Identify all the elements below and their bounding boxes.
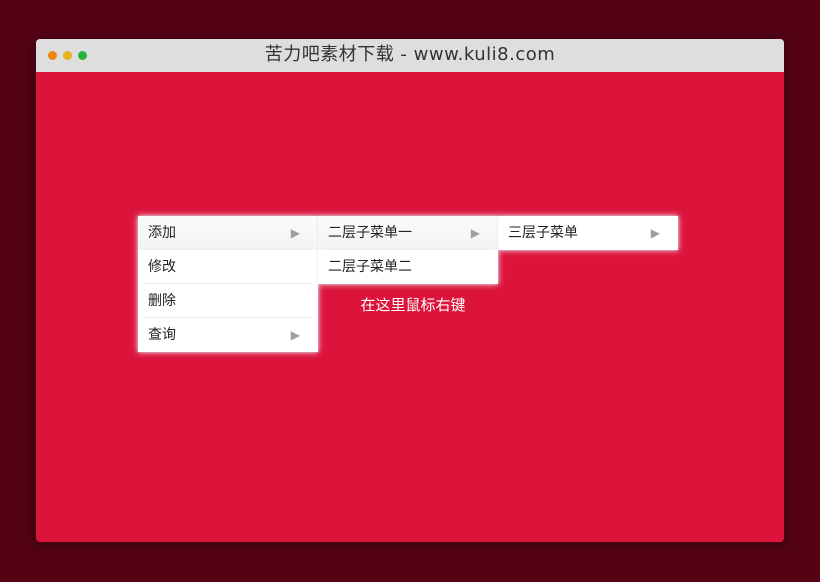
submenu-level-3: 三层子菜单 ▶	[498, 216, 678, 250]
menu-item-delete[interactable]: 删除	[138, 284, 318, 318]
title-bar: 苦力吧素材下载 - www.kuli8.com	[36, 39, 784, 72]
menu-item-label: 添加	[148, 225, 176, 241]
submenu-arrow-icon: ▶	[290, 328, 300, 342]
browser-window: 苦力吧素材下载 - www.kuli8.com 添加 ▶ 修改 删除 查询 ▶ …	[36, 39, 784, 542]
menu-item-label: 修改	[148, 259, 176, 275]
submenu-arrow-icon: ▶	[470, 226, 480, 240]
menu-item-label: 二层子菜单一	[328, 225, 412, 241]
menu-item-query[interactable]: 查询 ▶	[138, 318, 318, 352]
menu-item-label: 删除	[148, 293, 176, 309]
menu-item-label: 查询	[148, 327, 176, 343]
submenu-arrow-icon: ▶	[290, 226, 300, 240]
menu-item-label: 二层子菜单二	[328, 259, 412, 275]
menu-item-add[interactable]: 添加 ▶	[138, 216, 318, 250]
menu-item-level2-second[interactable]: 二层子菜单二	[318, 250, 498, 284]
menu-item-level2-first[interactable]: 二层子菜单一 ▶	[318, 216, 498, 250]
submenu-level-2: 二层子菜单一 ▶ 二层子菜单二	[318, 216, 498, 284]
context-menu: 添加 ▶ 修改 删除 查询 ▶	[138, 216, 318, 352]
right-click-hint[interactable]: 在这里鼠标右键	[357, 294, 469, 315]
menu-item-level3-first[interactable]: 三层子菜单 ▶	[498, 216, 678, 250]
submenu-arrow-icon: ▶	[650, 226, 660, 240]
menu-item-label: 三层子菜单	[508, 225, 578, 241]
menu-item-edit[interactable]: 修改	[138, 250, 318, 284]
window-title: 苦力吧素材下载 - www.kuli8.com	[264, 44, 556, 65]
